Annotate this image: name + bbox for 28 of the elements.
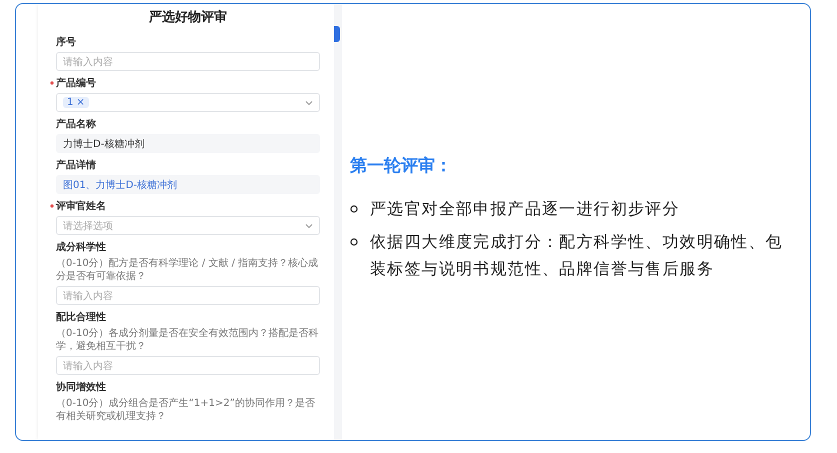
input-field[interactable]: 请输入内容 [56,356,320,375]
input-field[interactable]: 请输入内容 [56,286,320,305]
chevron-down-icon [305,222,313,228]
select-field[interactable]: 1 × [56,93,320,112]
field-label: 成分科学性 [56,240,106,254]
field-label: 协同增效性 [56,380,106,394]
form-title: 严选好物评审 [148,8,228,26]
input-field[interactable]: 请输入内容 [56,52,320,71]
select-field[interactable]: 请选择选项 [56,216,320,235]
field-label: 产品名称 [56,118,96,131]
bullet-text: 依据四大维度完成打分：配方科学性、功效明确性、包装标签与说明书规范性、品牌信誉与售后服务 [370,231,784,280]
value-field: 力博士D-核糖冲剂 [56,134,320,153]
field-label: 产品编号 [56,76,96,90]
tag[interactable]: 1 × [63,97,89,108]
field-help-text: （0-10分）各成分剂量是否在安全有效范围内？搭配是否科学，避免相互干扰？ [56,327,320,353]
field-label: 评审官姓名 [56,199,106,213]
field-help-text: （0-10分）配方是否有科学理论 / 文献 / 指南支持？核心成分是否有可靠依据？ [56,257,320,283]
field-help-text: （0-10分）成分组合是否产生“1+1>2”的协同作用？是否有相关研究或机理支持？ [56,397,316,423]
field-label: 产品详情 [56,158,96,172]
side-tab[interactable] [334,26,340,42]
bullet-icon [350,238,358,246]
field-label: 序号 [56,35,76,49]
bullet-text: 严选官对全部申报产品逐一进行初步评分 [370,198,680,220]
link-field[interactable]: 图01、力博士D-核糖冲剂 [56,175,320,194]
chevron-down-icon [305,100,313,106]
bullet-icon [350,205,358,213]
section-heading: 第一轮评审： [350,155,453,177]
field-label: 配比合理性 [56,310,106,324]
